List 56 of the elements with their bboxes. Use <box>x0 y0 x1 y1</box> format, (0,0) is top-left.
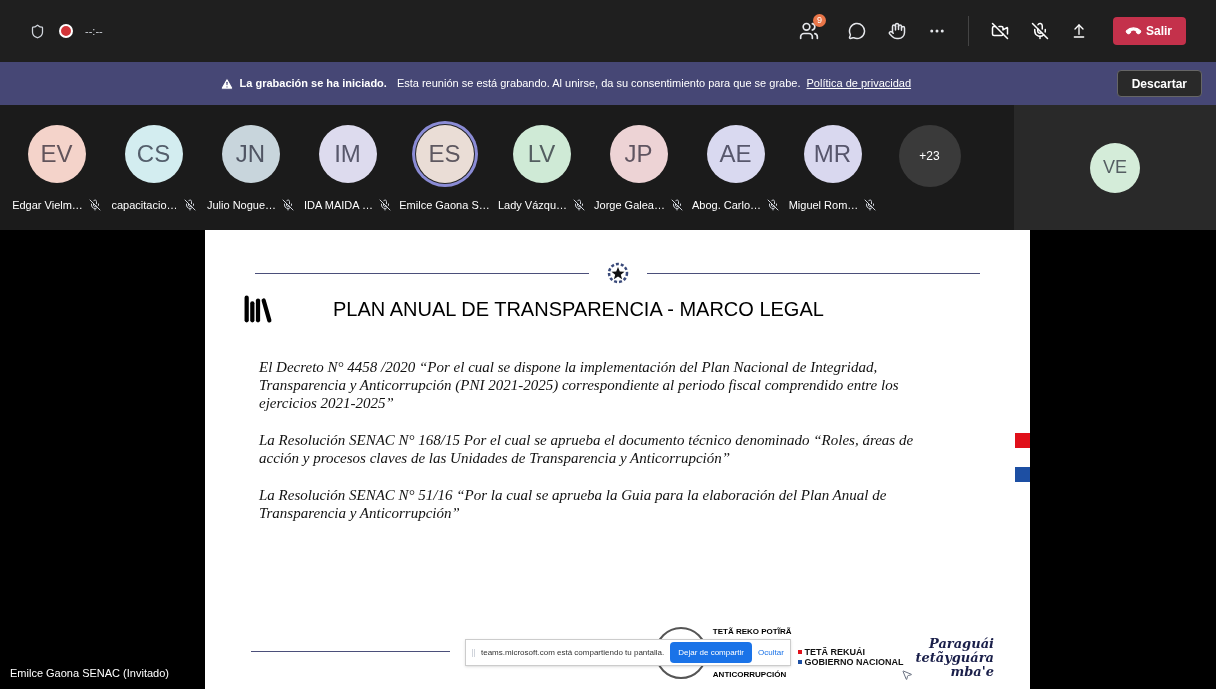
participant-name: Julio Nogue… <box>206 198 277 213</box>
flag-mark <box>1015 433 1030 448</box>
leave-button[interactable]: Salir <box>1113 17 1186 45</box>
people-count-badge: 9 <box>813 14 826 27</box>
participant-name: Edgar Vielm… <box>12 198 83 213</box>
participant-name: Emilce Gaona S… <box>399 198 490 213</box>
seal-caption: TETÃ REKO POTĨRÃ <box>712 627 792 636</box>
banner-title: La grabación se ha iniciado. <box>239 76 387 92</box>
participant-name: Jorge Galea… <box>594 198 665 213</box>
share-icon[interactable] <box>1071 23 1087 39</box>
avatar: LV <box>512 125 571 183</box>
government-logo-text: GOBIERNO NACIONAL <box>797 657 904 667</box>
privacy-link[interactable]: Política de privacidad <box>806 75 912 92</box>
mouse-pointer-icon <box>901 669 913 681</box>
avatar: MR <box>803 125 862 183</box>
flag-mark <box>1015 467 1030 482</box>
overflow-count[interactable]: +23 <box>898 125 961 187</box>
avatar: AE <box>706 125 765 183</box>
participant-name: Abog. Carlo… <box>691 198 762 213</box>
avatar: CS <box>124 125 183 183</box>
participant-name: Miguel Rom… <box>788 198 859 213</box>
star-emblem-icon <box>606 262 629 284</box>
participant-name: IDA MAIDA … <box>303 198 374 213</box>
slide-title: PLAN ANUAL DE TRANSPARENCIA - MARCO LEGAL <box>333 297 824 322</box>
seal-caption: ANTICORRUPCIÓN <box>712 670 788 679</box>
government-logo-text: TETÃ REKUÁI <box>797 647 904 657</box>
banner-message: Esta reunión se está grabando. Al unirse, da su consentimiento para que se grabe. <box>396 76 801 92</box>
share-message: teams.microsoft.com está compartiendo tu pantalla. <box>481 646 665 659</box>
hand-icon[interactable] <box>888 22 906 40</box>
avatar: IM <box>318 125 377 183</box>
slogan-text: Paraguái <box>928 637 994 651</box>
people-icon <box>799 21 819 41</box>
mic-off-icon[interactable] <box>1031 22 1049 40</box>
drag-handle-icon[interactable] <box>472 648 475 657</box>
slogan-text: mba'e <box>950 665 994 679</box>
dismiss-button[interactable]: Descartar <box>1116 70 1202 97</box>
avatar: VE <box>1090 142 1140 193</box>
camera-off-icon[interactable] <box>991 22 1009 40</box>
hide-link[interactable]: Ocultar <box>758 646 784 659</box>
participant-name: Lady Vázqu… <box>497 198 568 213</box>
avatar: EV <box>27 125 86 183</box>
avatar: JP <box>609 125 668 183</box>
shield-icon <box>30 23 45 39</box>
chat-icon[interactable] <box>848 22 866 40</box>
avatar: ES <box>415 125 474 183</box>
slogan-text: tetãyguára <box>915 651 994 665</box>
slide-paragraph: La Resolución SENAC N° 51/16 “Por la cual se aprueba la Guia para la elaboración del Plan Anual de Transparencia y Anticorrupción” <box>259 486 888 522</box>
meeting-timer: --:-- <box>85 23 103 39</box>
presenter-label: Emilce Gaona SENAC (Invitado) <box>10 665 170 681</box>
warning-icon <box>219 76 234 91</box>
people-button[interactable]: 9 <box>792 14 826 48</box>
participant-name: capacitacio… <box>111 198 178 213</box>
slide-paragraph: El Decreto N° 4458 /2020 “Por el cual se dispone la implementación del Plan Nacional de Integridad, Transparencia y Anticorrupción (PNI 2021-2025) correspondiente al periodo fiscal comprendido entre los ejercicios 2021-2025” <box>259 358 900 412</box>
avatar: JN <box>221 125 280 183</box>
stop-sharing-button[interactable]: Dejar de compartir <box>670 642 752 663</box>
slide-paragraph: La Resolución SENAC N° 168/15 Por el cual se aprueba el documento técnico denominado “Roles, áreas de acción y procesos claves de las Unidades de Transparencia y Anticorrupción” <box>259 431 915 467</box>
